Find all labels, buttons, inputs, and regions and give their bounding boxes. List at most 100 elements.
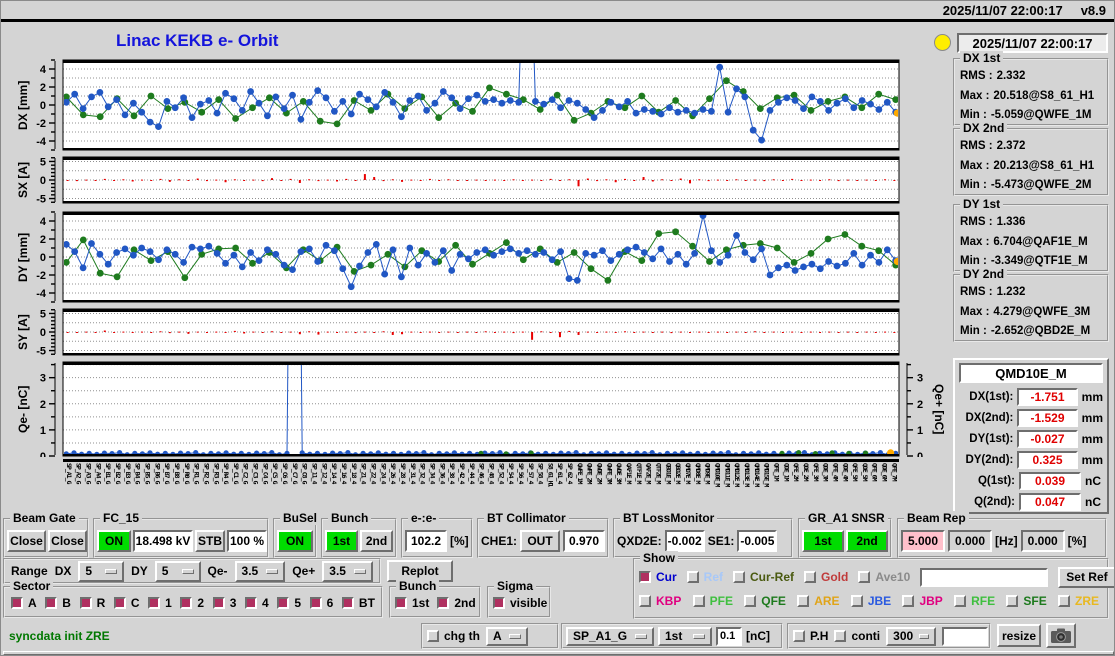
checkbox-indicator[interactable] — [954, 595, 967, 607]
checkbox-indicator[interactable] — [692, 595, 705, 607]
bunch-checkbox-2nd[interactable]: 2nd — [437, 596, 476, 610]
sector-checkbox-6[interactable]: 6 — [309, 596, 333, 610]
chart-dy[interactable]: -4 -2 0 2 4 — [9, 211, 954, 303]
busel-on-button[interactable]: ON — [277, 530, 313, 552]
checkbox-indicator[interactable] — [437, 597, 450, 609]
beam-gate-close-2-button[interactable]: Close — [48, 530, 87, 552]
checkbox-indicator[interactable] — [309, 597, 322, 609]
sector-checkbox-5[interactable]: 5 — [277, 596, 301, 610]
set-ref-button[interactable]: Set Ref — [1058, 566, 1114, 588]
range-dx-dropdown[interactable]: 5 — [78, 560, 125, 582]
show-checkbox-kbp[interactable]: KBP — [639, 594, 681, 608]
checkbox-indicator[interactable] — [212, 597, 225, 609]
dropdown-indicator-icon — [509, 633, 521, 639]
show-checkbox-jbe[interactable]: JBE — [850, 594, 891, 608]
show-checkbox-sfe[interactable]: SFE — [1006, 594, 1047, 608]
show-checkbox-jbp[interactable]: JBP — [902, 594, 943, 608]
checkbox-indicator[interactable] — [1006, 595, 1019, 607]
screenshot-button[interactable] — [1046, 623, 1076, 648]
che1-value: 0.970 — [563, 530, 606, 552]
checkbox-indicator[interactable] — [79, 597, 92, 609]
chg-th-frame: chg th A — [421, 623, 559, 649]
ref-name-input[interactable] — [920, 567, 1049, 587]
checkbox-label: P.H — [810, 629, 829, 643]
show-checkbox-rfe[interactable]: RFE — [954, 594, 995, 608]
sector-checkbox-4[interactable]: 4 — [245, 596, 269, 610]
sigma-visible-checkbox[interactable]: visible — [493, 596, 547, 610]
checkbox-indicator[interactable] — [427, 630, 439, 642]
checkbox-indicator[interactable] — [639, 595, 651, 607]
gr-a1-2nd-button[interactable]: 2nd — [846, 530, 888, 552]
sector-checkbox-a[interactable]: A — [11, 596, 37, 610]
chart-sx[interactable]: -5 0 5 — [9, 156, 954, 204]
rms-value: 2.372 — [996, 140, 1026, 152]
fc15-on-button[interactable]: ON — [97, 530, 131, 552]
show-checkbox-qfe[interactable]: QFE — [744, 594, 786, 608]
show-checkbox-are[interactable]: ARE — [797, 594, 840, 608]
sector-checkbox-3[interactable]: 3 — [212, 596, 236, 610]
checkbox-indicator[interactable] — [11, 597, 23, 609]
show-checkbox-cur-ref[interactable]: Cur-Ref — [733, 570, 794, 584]
checkbox-indicator[interactable] — [493, 597, 505, 609]
checkbox-indicator[interactable] — [744, 595, 757, 607]
che1-out-button[interactable]: OUT — [520, 530, 561, 552]
beam-gate-close-1-button[interactable]: Close — [7, 530, 46, 552]
checkbox-indicator[interactable] — [834, 630, 847, 642]
fc15-stb-button[interactable]: STB — [195, 530, 225, 552]
checkbox-indicator[interactable] — [148, 597, 161, 609]
checkbox-indicator[interactable] — [733, 571, 746, 583]
checkbox-indicator[interactable] — [1057, 595, 1070, 607]
show-checkbox-pfe[interactable]: PFE — [692, 594, 733, 608]
chart-dx[interactable]: -4 -2 0 2 4 — [9, 59, 954, 151]
ph-checkbox[interactable]: P.H — [793, 629, 828, 643]
bunch-checkbox-1st[interactable]: 1st — [395, 596, 429, 610]
sector-checkbox-1[interactable]: 1 — [148, 596, 172, 610]
show-checkbox-gold[interactable]: Gold — [804, 570, 848, 584]
topbar-version: v8.9 — [1080, 2, 1106, 18]
chg-th-select-dropdown[interactable]: A — [486, 626, 528, 646]
resize-button[interactable]: resize — [997, 624, 1041, 647]
sector-checkbox-b[interactable]: B — [45, 596, 71, 610]
threshold-input[interactable] — [716, 626, 742, 646]
show-checkbox-ref[interactable]: Ref — [686, 570, 723, 584]
bunch-select-dropdown[interactable]: 1st — [658, 626, 712, 646]
range-dy-dropdown[interactable]: 5 — [154, 560, 201, 582]
checkbox-indicator[interactable] — [45, 597, 58, 609]
checkbox-indicator[interactable] — [804, 571, 817, 583]
checkbox-indicator[interactable] — [245, 597, 258, 609]
count-dropdown[interactable]: 300 — [886, 626, 937, 646]
show-checkbox-cur[interactable]: Cur — [639, 570, 677, 584]
show-checkbox-ave10[interactable]: Ave10 — [858, 570, 910, 584]
sector-checkbox-bt[interactable]: BT — [341, 596, 375, 610]
checkbox-indicator[interactable] — [850, 595, 863, 607]
checkbox-indicator[interactable] — [797, 595, 810, 607]
checkbox-indicator[interactable] — [341, 597, 354, 609]
chart-q[interactable]: 0 0 1 1 2 2 3 3 — [9, 361, 954, 457]
sector-checkbox-2[interactable]: 2 — [180, 596, 204, 610]
chart-sy[interactable]: -5 0 5 — [9, 308, 954, 356]
checkbox-indicator[interactable] — [113, 597, 126, 609]
checkbox-indicator[interactable] — [686, 571, 699, 583]
checkbox-indicator[interactable] — [793, 630, 805, 642]
gr-a1-1st-button[interactable]: 1st — [802, 530, 844, 552]
bunch-2nd-button[interactable]: 2nd — [360, 530, 393, 552]
range-qem-dropdown[interactable]: 3.5 — [234, 560, 286, 582]
checkbox-indicator[interactable] — [902, 595, 915, 607]
checkbox-indicator[interactable] — [858, 571, 871, 583]
checkbox-indicator[interactable] — [180, 597, 193, 609]
monitor-select-dropdown[interactable]: SP_A1_G — [566, 626, 654, 646]
checkbox-indicator[interactable] — [395, 597, 407, 609]
checkbox-indicator[interactable] — [639, 571, 651, 583]
svg-text:2: 2 — [40, 82, 46, 94]
orbit-charts-region: SP_A1_G SP_A2_G SP_A3_G SP_A4_G SP_B1_G SP_B2… — [9, 29, 957, 529]
sector-checkbox-r[interactable]: R — [79, 596, 105, 610]
show-checkbox-zre[interactable]: ZRE — [1057, 594, 1099, 608]
sector-checkbox-c[interactable]: C — [113, 596, 140, 610]
bunch-1st-button[interactable]: 1st — [325, 530, 358, 552]
range-qep-dropdown[interactable]: 3.5 — [322, 560, 373, 582]
count-input[interactable] — [942, 626, 989, 646]
checkbox-label: QFE — [761, 594, 786, 608]
checkbox-indicator[interactable] — [277, 597, 290, 609]
conti-checkbox[interactable]: conti — [834, 629, 880, 643]
chg-th-checkbox[interactable]: chg th — [427, 629, 480, 643]
